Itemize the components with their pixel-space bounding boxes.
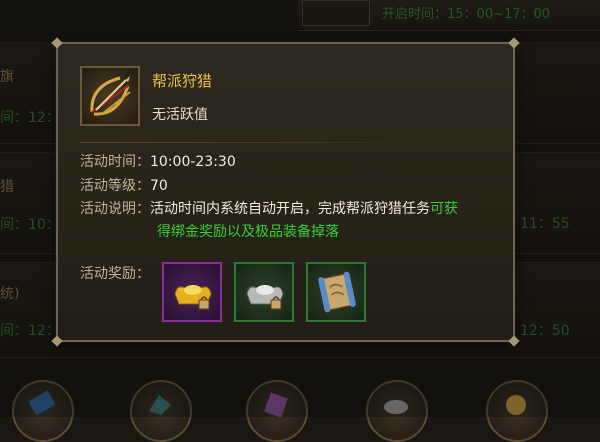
activity-level-label: 活动等级： [80, 178, 150, 194]
activity-desc-label: 活动说明： [80, 201, 150, 217]
crossbow-icon [80, 66, 140, 126]
activity-time-value: 10:00-23:30 [150, 154, 236, 170]
activity-detail-popup: 帮派狩猎 无活跃值 活动时间：10:00-23:30 活动等级：70 活动说明：… [51, 37, 520, 347]
silver-ingot-icon [246, 285, 284, 310]
reward-slot-silver-ingot[interactable] [234, 262, 294, 322]
activity-time-label: 活动时间： [80, 154, 150, 170]
activity-desc-row: 活动说明：活动时间内系统自动开启，完成帮派狩猎任务可获 [80, 198, 458, 218]
activity-level-value: 70 [150, 178, 168, 194]
activity-level-row: 活动等级：70 [80, 175, 168, 195]
divider [80, 142, 410, 143]
reward-slot-scroll[interactable] [306, 262, 366, 322]
activity-desc-highlight-cont: 得绑金奖励以及极品装备掉落 [157, 224, 339, 240]
activity-reward-label: 活动奖励： [80, 266, 150, 282]
gold-ingot-icon [174, 285, 212, 310]
reward-slot-gold-ingot[interactable] [162, 262, 222, 322]
activity-time-row: 活动时间：10:00-23:30 [80, 151, 236, 171]
activity-desc-highlight: 可获 [430, 201, 458, 217]
scroll-icon [318, 271, 356, 313]
activity-desc-text: 活动时间内系统自动开启，完成帮派狩猎任务 [150, 201, 430, 217]
event-title: 帮派狩猎 [152, 72, 213, 90]
event-activity-value: 无活跃值 [152, 107, 208, 123]
